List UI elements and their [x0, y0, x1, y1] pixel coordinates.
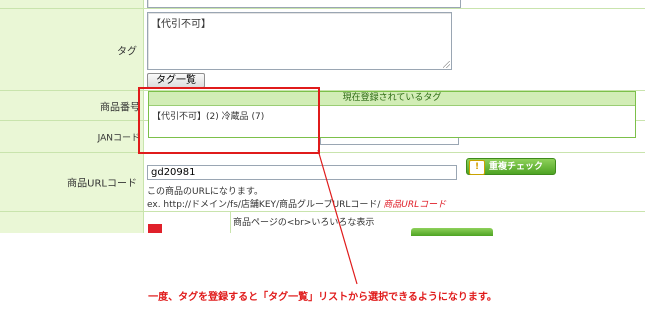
instruction-caption: 一度、タグを登録すると「タグ一覧」リストから選択できるようになります。	[148, 292, 497, 303]
pointer-line	[317, 149, 358, 285]
